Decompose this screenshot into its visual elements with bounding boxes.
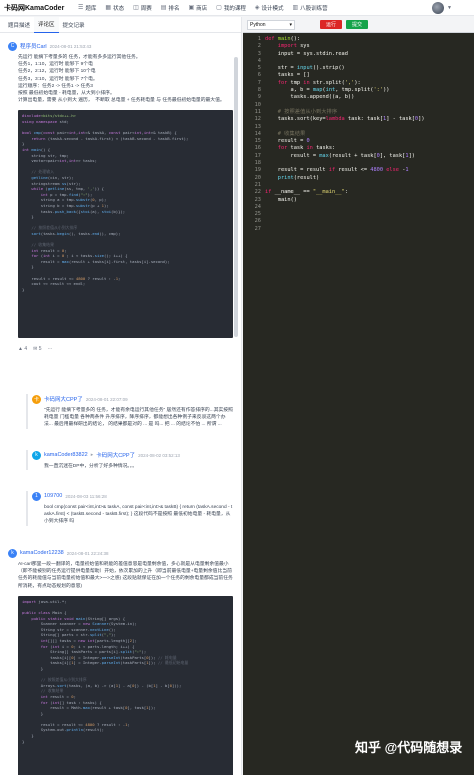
code-block: #include<bits/stdc++.h> using namespace … [18,110,233,339]
shop-icon: ▣ [188,5,195,11]
course-icon: ▢ [216,5,222,11]
comment-item: C 程序员Carl 2024-08-01 21:53:43 先运行 能摘下考量多… [8,41,233,353]
avatar[interactable]: 卡 [32,394,41,404]
chevron-down-icon: ▾ [289,21,292,28]
chevron-down-icon[interactable]: ▼ [447,5,452,11]
comment-author[interactable]: kamaCoder83822 [44,452,88,458]
reply-arrow-icon: ▸ [90,452,94,458]
reply-item: k kamaCoder83822 ▸ 卡码网大CPP了 2024-08-02 0… [26,450,233,471]
nav-item-design[interactable]: ◈ 设计模式 [255,4,284,12]
comment-author[interactable]: 程序员Carl [20,42,47,50]
scrollbar[interactable] [234,57,238,337]
reply-to-author[interactable]: 卡码网大CPP了 [96,451,135,459]
nav-item-label: 八股训练营 [300,5,328,12]
tab-description[interactable]: 题目描述 [4,17,34,33]
nav-menu: ☰ 题库 ▦ 状态 ◫ 周赛 ▤ 排名 ▣ 商店 ▢ 我的课程 ◈ 设计模式 ▥ 八股训练营 [78,4,337,12]
tab-submissions[interactable]: 提交记录 [59,17,89,33]
comment-text: AI-carl那里一段一翻译的，电量初始值和耗能的差值意思是电量剩余值，多心就是… [18,562,233,589]
tab-comments[interactable]: 评论区 [34,17,59,33]
comment-text: 先运行 能摘下考量多的 任务，才能有多多运行其他任务。 任务1，1:10，运行时… [18,55,225,104]
like-button[interactable]: ▲ 4 [18,346,27,352]
editor-toolbar: Python ▾ 运行 提交 [243,17,474,33]
book-icon: ▥ [292,5,299,11]
run-button[interactable]: 运行 [320,20,342,29]
comment-time: 2024-08-01 22:07:09 [85,396,128,402]
code-editor-panel: Python ▾ 运行 提交 1 2 3 4 5 6 7 8 9 10 11 12 13 14 15 16 17… [243,17,474,775]
reply-item: 卡 卡码网大CPP了 2024-08-01 22:07:09 "先运行 能摘下考… [26,394,233,429]
avatar[interactable]: 1 [32,491,41,501]
nav-item-label: 我的课程 [223,5,246,12]
submit-button[interactable]: 提交 [346,20,368,29]
rank-icon: ▤ [160,5,167,11]
nav-item-shop[interactable]: ▣ 商店 [188,4,207,12]
comment-time: 2024-08-01 22:24:38 [66,550,109,556]
comment-item: k kamaCoder12238 2024-08-01 22:24:38 AI-… [8,548,233,775]
nav-item-label: 排名 [168,5,180,12]
avatar[interactable]: C [8,41,17,51]
nav-item-courses[interactable]: ▢ 我的课程 [216,4,246,12]
nav-item-weekly[interactable]: ◫ 周赛 [133,4,152,12]
comment-text: 我一直沉迷在DP中，分析了好多种情况。。。 [44,464,138,469]
nav-item-label: 商店 [196,5,208,12]
comment-actions: ▲ 4 ✉ 5 ··· [18,344,233,353]
nav-item-label: 设计模式 [261,5,284,12]
top-navbar: 卡码网KamaCoder ☰ 题库 ▦ 状态 ◫ 周赛 ▤ 排名 ▣ 商店 ▢ 我的课程 ◈… [0,0,474,16]
panel-tabs: 题目描述 评论区 提交记录 [0,17,241,33]
nav-item-label: 题库 [85,5,97,12]
nav-item-status[interactable]: ▦ 状态 [105,4,124,12]
comment-time: 2024-08-03 11:56:28 [65,493,107,499]
like-count: 4 [24,345,28,352]
user-avatar[interactable] [432,2,444,14]
comment-text: "先运行 能摘下考量多的 任务，才能有余电运行其他任务" 居然还有作答排序的..… [44,408,235,428]
line-numbers: 1 2 3 4 5 6 7 8 9 10 11 12 13 14 15 16 17 18 19 20 21 22 23 24 2… [254,36,261,232]
avatar[interactable]: k [8,548,17,558]
nav-item-label: 状态 [113,5,125,12]
comment-author[interactable]: 109700 [44,493,62,499]
design-icon: ◈ [254,5,260,11]
nav-item-problems[interactable]: ☰ 题库 [78,4,96,12]
code-editor[interactable]: 1 2 3 4 5 6 7 8 9 10 11 12 13 14 15 16 17 18 19 20 21 22 23 24 2… [243,34,474,775]
code-block: import java.util.*; public class Main { … [18,595,233,775]
nav-item-rank[interactable]: ▤ 排名 [161,4,180,12]
list-icon: ☰ [78,5,84,11]
reply-button[interactable]: ✉ 5 [33,346,41,352]
brand-logo[interactable]: 卡码网KamaCoder [0,3,78,13]
avatar[interactable]: k [32,450,41,460]
comment-time: 2024-08-01 21:53:43 [49,43,92,49]
language-select-value: Python [250,21,266,28]
nav-item-bagu[interactable]: ▥ 八股训练营 [292,4,327,12]
status-icon: ▦ [105,5,112,11]
comment-text: bool cmp(const pair<int,int>& taskA, con… [44,505,233,525]
more-button[interactable]: ··· [48,346,53,352]
comment-author[interactable]: kamaCoder12238 [20,550,64,556]
nav-item-label: 周赛 [140,5,152,12]
weekly-icon: ◫ [133,5,139,11]
language-select[interactable]: Python ▾ [247,19,295,30]
watermark: 知乎 @代码随想录 [355,740,463,755]
reply-count: 5 [38,345,42,352]
code-lines: def main(): import sys input = sys.stdin… [265,36,425,203]
reply-item: 1 109700 2024-08-03 11:56:28 bool cmp(co… [26,491,233,526]
comment-author[interactable]: 卡码网大CPP了 [44,395,83,403]
comment-time: 2024-08-02 03:52:13 [138,452,180,458]
problem-panel: 题目描述 评论区 提交记录 C 程序员Carl 2024-08-01 21:53… [0,17,242,775]
